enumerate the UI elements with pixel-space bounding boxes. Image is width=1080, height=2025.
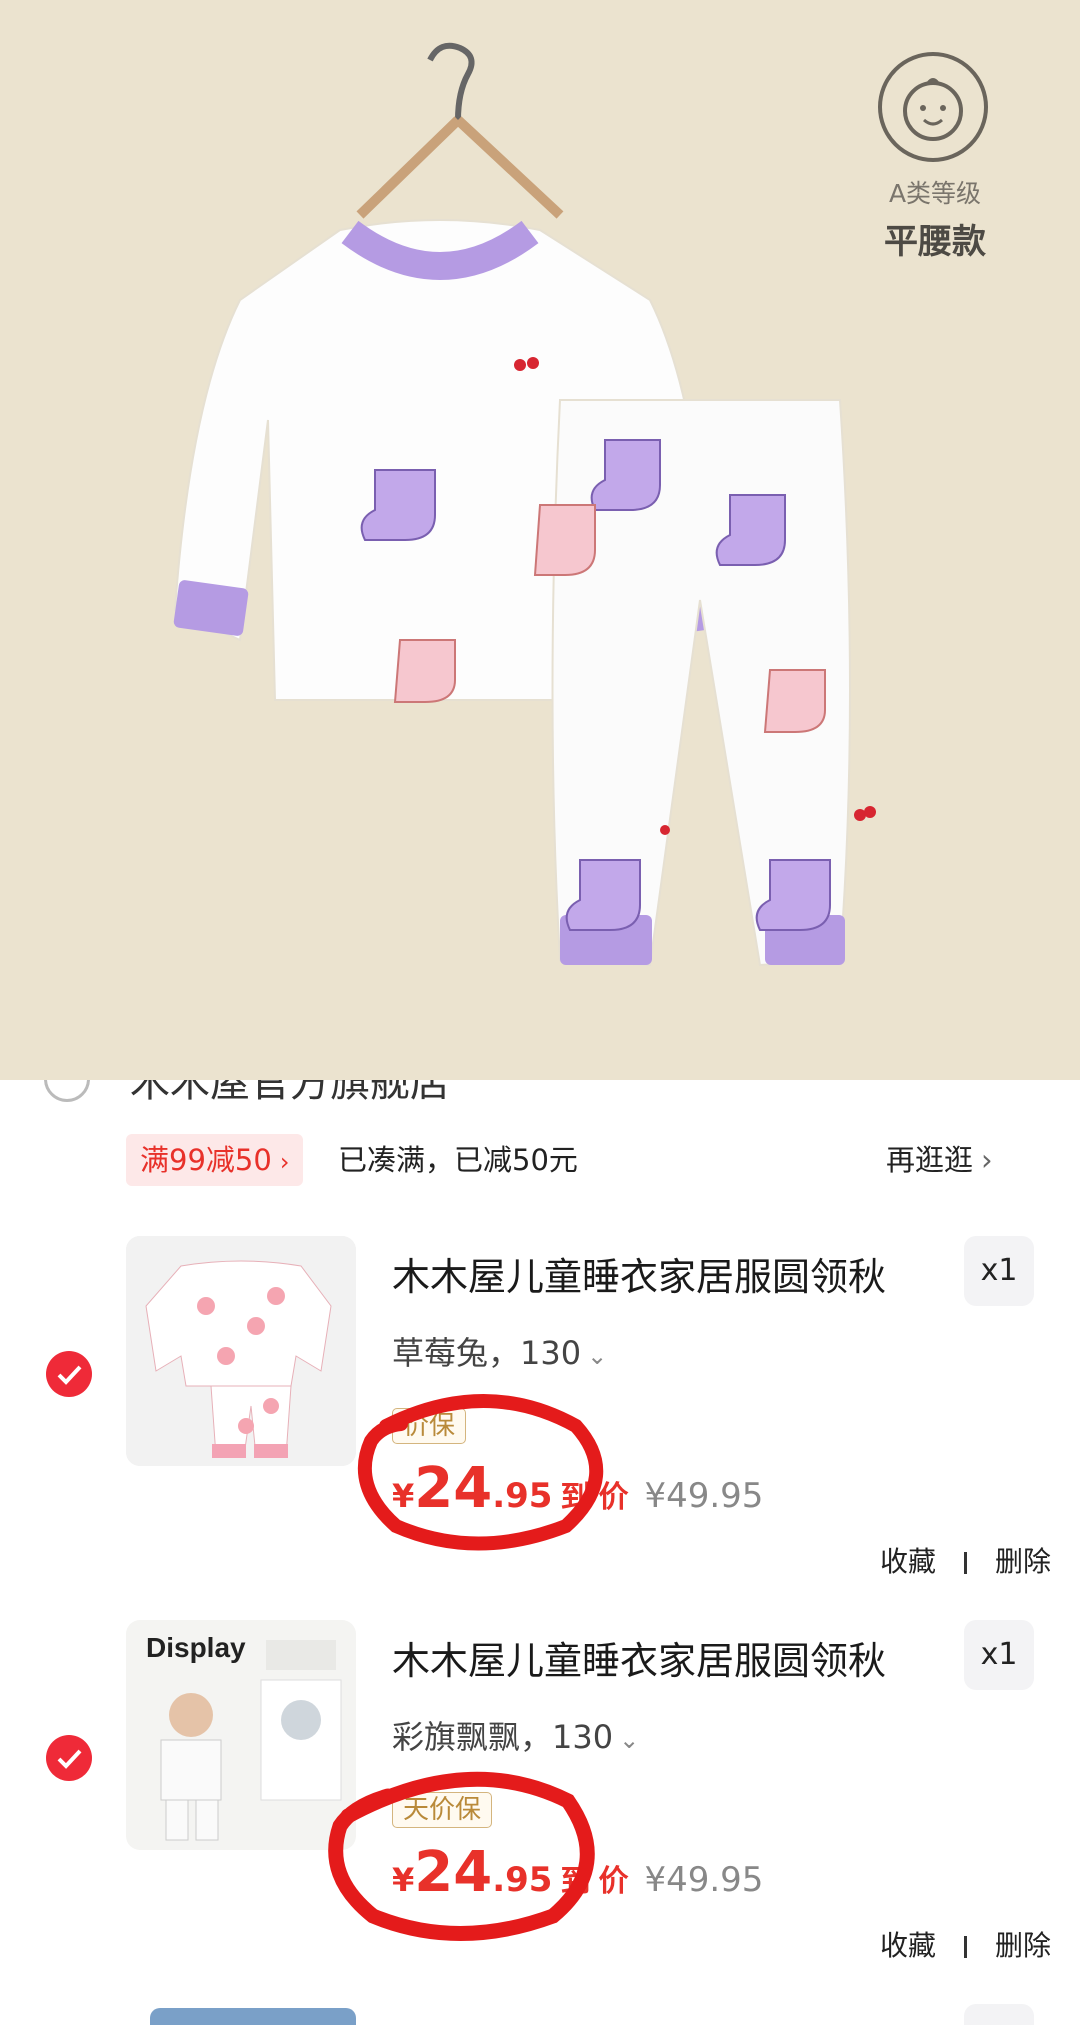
original-price: ¥49.95: [644, 1476, 764, 1516]
item-actions: 收藏 删除: [880, 1540, 1051, 1580]
product-hero-image: A类等级 平腰款: [0, 0, 1080, 1080]
chevron-right-icon: ›: [279, 1148, 290, 1176]
item-title[interactable]: 木木屋儿童睡衣家居服圆领秋: [392, 1630, 886, 1685]
spec-selector[interactable]: 草莓兔，130 ⌄: [392, 1328, 607, 1374]
chevron-down-icon: ⌄: [587, 1342, 608, 1370]
spec-label: 彩旗飘飘，130: [392, 1718, 614, 1756]
baby-face-icon: [878, 52, 988, 162]
price-decimal: .95: [492, 1860, 553, 1900]
price-label: 价: [598, 1480, 629, 1515]
currency-symbol: ¥: [392, 1477, 415, 1515]
item-actions: 收藏 删除: [880, 1924, 1051, 1964]
chevron-right-icon: ›: [981, 1143, 993, 1177]
waist-style-label: 平腰款: [884, 222, 986, 262]
item-title[interactable]: 木木屋儿童睡衣家居服圆领秋: [392, 1246, 886, 1301]
next-cart-item-peek: [0, 2000, 1080, 2025]
cart-item: Display 木木屋儿童睡衣家居服圆领秋 x1 彩旗飘飘，130 ⌄ 天价保 ¥…: [0, 1620, 1080, 2000]
quantity-button[interactable]: [964, 2004, 1034, 2025]
chevron-down-icon: ⌄: [619, 1726, 640, 1754]
store-select-checkbox[interactable]: [44, 1080, 90, 1102]
continue-shopping-link[interactable]: 再逛逛 ›: [886, 1134, 993, 1186]
delete-button[interactable]: 删除: [995, 1545, 1051, 1578]
price-suffix: 到: [560, 1480, 591, 1515]
item-thumbnail[interactable]: [150, 2008, 356, 2025]
store-header[interactable]: 木木屋官方旗舰店: [30, 1080, 510, 1116]
price-integer: 24: [414, 1456, 493, 1521]
item-checkbox[interactable]: [46, 1351, 92, 1397]
pajama-set-illustration: [173, 42, 876, 967]
original-price: ¥49.95: [644, 1860, 764, 1900]
item-checkbox[interactable]: [46, 1735, 92, 1781]
store-name: 木木屋官方旗舰店: [130, 1080, 450, 1106]
divider: [964, 1936, 968, 1958]
promo-tag-label: 满99减50: [140, 1143, 272, 1177]
grade-label: A类等级: [888, 179, 982, 208]
price-protect-tag: 天价保: [392, 1792, 493, 1828]
price-protect-tag: 价保: [392, 1408, 467, 1444]
favorite-button[interactable]: 收藏: [880, 1929, 936, 1962]
promo-tag[interactable]: 满99减50 ›: [126, 1134, 304, 1186]
checkmark-icon: [57, 1365, 82, 1385]
spec-selector[interactable]: 彩旗飘飘，130 ⌄: [392, 1712, 639, 1758]
promo-status-text: 已凑满，已减50元: [338, 1143, 578, 1177]
price-decimal: .95: [492, 1476, 553, 1516]
promo-row: 满99减50 › 已凑满，已减50元 再逛逛 ›: [0, 1128, 1080, 1196]
price-integer: 24: [414, 1840, 493, 1905]
item-thumbnail[interactable]: [126, 1236, 356, 1466]
continue-shopping-label: 再逛逛: [886, 1143, 974, 1177]
cart-item: 木木屋儿童睡衣家居服圆领秋 x1 草莓兔，130 ⌄ 价保 ¥24.95 到价 ¥49…: [0, 1236, 1080, 1616]
divider: [964, 1552, 968, 1574]
item-thumbnail[interactable]: Display: [126, 1620, 356, 1850]
delete-button[interactable]: 删除: [995, 1929, 1051, 1962]
quantity-button[interactable]: x1: [964, 1236, 1034, 1306]
price-row: ¥24.95 到价 ¥49.95: [392, 1456, 763, 1521]
currency-symbol: ¥: [392, 1861, 415, 1899]
spec-label: 草莓兔，130: [392, 1334, 582, 1372]
price-suffix: 到: [560, 1864, 591, 1899]
price-row: ¥24.95 到价 ¥49.95: [392, 1840, 763, 1905]
favorite-button[interactable]: 收藏: [880, 1545, 936, 1578]
quantity-button[interactable]: x1: [964, 1620, 1034, 1690]
price-label: 价: [598, 1864, 629, 1899]
checkmark-icon: [57, 1749, 82, 1769]
